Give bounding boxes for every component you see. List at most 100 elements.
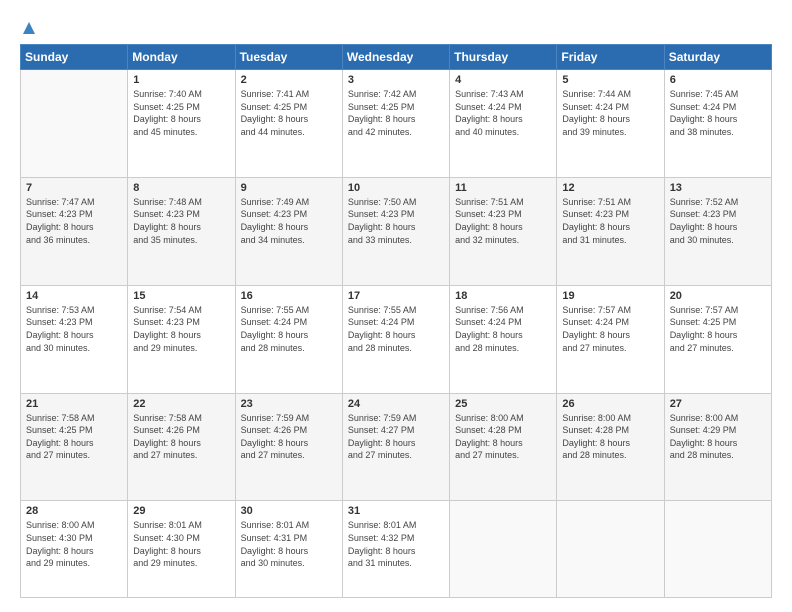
day-info: Sunrise: 7:49 AM Sunset: 4:23 PM Dayligh… xyxy=(241,196,337,246)
calendar-cell: 15 Sunrise: 7:54 AM Sunset: 4:23 PM Dayli… xyxy=(128,285,235,393)
calendar-cell: 16 Sunrise: 7:55 AM Sunset: 4:24 PM Dayli… xyxy=(235,285,342,393)
day-info: Sunrise: 8:00 AM Sunset: 4:29 PM Dayligh… xyxy=(670,412,766,462)
calendar-cell: 30 Sunrise: 8:01 AM Sunset: 4:31 PM Dayli… xyxy=(235,501,342,598)
calendar-cell: 2Sunrise: 7:41 AM Sunset: 4:25 PM Daylig… xyxy=(235,70,342,178)
calendar-cell: 10 Sunrise: 7:50 AM Sunset: 4:23 PM Dayli… xyxy=(342,177,449,285)
day-number: 16 xyxy=(241,290,337,302)
page: SundayMondayTuesdayWednesdayThursdayFrid… xyxy=(0,0,792,612)
day-number: 22 xyxy=(133,398,229,410)
calendar-cell: 4Sunrise: 7:43 AM Sunset: 4:24 PM Daylig… xyxy=(450,70,557,178)
day-number: 8 xyxy=(133,182,229,194)
calendar-cell: 9 Sunrise: 7:49 AM Sunset: 4:23 PM Daylig… xyxy=(235,177,342,285)
calendar-cell: 7Sunrise: 7:47 AM Sunset: 4:23 PM Daylig… xyxy=(21,177,128,285)
day-number: 26 xyxy=(562,398,658,410)
day-info: Sunrise: 7:40 AM Sunset: 4:25 PM Dayligh… xyxy=(133,88,229,138)
day-info: Sunrise: 7:55 AM Sunset: 4:24 PM Dayligh… xyxy=(348,304,444,354)
calendar-cell xyxy=(557,501,664,598)
day-number: 30 xyxy=(241,505,337,517)
calendar-week-row: 28Sunrise: 8:00 AM Sunset: 4:30 PM Dayli… xyxy=(21,501,772,598)
calendar-cell: 22 Sunrise: 7:58 AM Sunset: 4:26 PM Dayli… xyxy=(128,393,235,501)
day-number: 12 xyxy=(562,182,658,194)
calendar-cell: 24Sunrise: 7:59 AM Sunset: 4:27 PM Dayli… xyxy=(342,393,449,501)
calendar-week-row: 7Sunrise: 7:47 AM Sunset: 4:23 PM Daylig… xyxy=(21,177,772,285)
day-info: Sunrise: 7:47 AM Sunset: 4:23 PM Dayligh… xyxy=(26,196,122,246)
day-number: 31 xyxy=(348,505,444,517)
calendar-cell: 12 Sunrise: 7:51 AM Sunset: 4:23 PM Dayli… xyxy=(557,177,664,285)
day-info: Sunrise: 7:51 AM Sunset: 4:23 PM Dayligh… xyxy=(562,196,658,246)
calendar-cell: 20Sunrise: 7:57 AM Sunset: 4:25 PM Dayli… xyxy=(664,285,771,393)
day-number: 20 xyxy=(670,290,766,302)
calendar-week-row: 21 Sunrise: 7:58 AM Sunset: 4:25 PM Dayli… xyxy=(21,393,772,501)
day-number: 21 xyxy=(26,398,122,410)
weekday-header-row: SundayMondayTuesdayWednesdayThursdayFrid… xyxy=(21,45,772,70)
calendar-cell: 13 Sunrise: 7:52 AM Sunset: 4:23 PM Dayli… xyxy=(664,177,771,285)
day-number: 14 xyxy=(26,290,122,302)
day-number: 17 xyxy=(348,290,444,302)
calendar-cell xyxy=(21,70,128,178)
weekday-header: Tuesday xyxy=(235,45,342,70)
day-info: Sunrise: 8:01 AM Sunset: 4:31 PM Dayligh… xyxy=(241,519,337,569)
day-info: Sunrise: 7:56 AM Sunset: 4:24 PM Dayligh… xyxy=(455,304,551,354)
day-info: Sunrise: 7:44 AM Sunset: 4:24 PM Dayligh… xyxy=(562,88,658,138)
day-info: Sunrise: 7:59 AM Sunset: 4:27 PM Dayligh… xyxy=(348,412,444,462)
day-info: Sunrise: 7:58 AM Sunset: 4:25 PM Dayligh… xyxy=(26,412,122,462)
calendar-cell: 26 Sunrise: 8:00 AM Sunset: 4:28 PM Dayli… xyxy=(557,393,664,501)
day-number: 5 xyxy=(562,74,658,86)
calendar-cell: 5 Sunrise: 7:44 AM Sunset: 4:24 PM Daylig… xyxy=(557,70,664,178)
calendar-week-row: 1 Sunrise: 7:40 AM Sunset: 4:25 PM Daylig… xyxy=(21,70,772,178)
weekday-header: Saturday xyxy=(664,45,771,70)
day-info: Sunrise: 7:43 AM Sunset: 4:24 PM Dayligh… xyxy=(455,88,551,138)
day-info: Sunrise: 7:58 AM Sunset: 4:26 PM Dayligh… xyxy=(133,412,229,462)
calendar-cell: 21 Sunrise: 7:58 AM Sunset: 4:25 PM Dayli… xyxy=(21,393,128,501)
day-info: Sunrise: 8:00 AM Sunset: 4:28 PM Dayligh… xyxy=(455,412,551,462)
calendar-cell: 29Sunrise: 8:01 AM Sunset: 4:30 PM Dayli… xyxy=(128,501,235,598)
day-info: Sunrise: 7:51 AM Sunset: 4:23 PM Dayligh… xyxy=(455,196,551,246)
calendar-cell: 19Sunrise: 7:57 AM Sunset: 4:24 PM Dayli… xyxy=(557,285,664,393)
calendar-cell: 28Sunrise: 8:00 AM Sunset: 4:30 PM Dayli… xyxy=(21,501,128,598)
weekday-header: Monday xyxy=(128,45,235,70)
weekday-header: Thursday xyxy=(450,45,557,70)
day-info: Sunrise: 7:54 AM Sunset: 4:23 PM Dayligh… xyxy=(133,304,229,354)
day-info: Sunrise: 7:45 AM Sunset: 4:24 PM Dayligh… xyxy=(670,88,766,138)
day-info: Sunrise: 7:42 AM Sunset: 4:25 PM Dayligh… xyxy=(348,88,444,138)
day-number: 29 xyxy=(133,505,229,517)
day-info: Sunrise: 7:52 AM Sunset: 4:23 PM Dayligh… xyxy=(670,196,766,246)
weekday-header: Friday xyxy=(557,45,664,70)
calendar-cell: 31 Sunrise: 8:01 AM Sunset: 4:32 PM Dayli… xyxy=(342,501,449,598)
calendar-table: SundayMondayTuesdayWednesdayThursdayFrid… xyxy=(20,44,772,598)
day-number: 18 xyxy=(455,290,551,302)
day-number: 15 xyxy=(133,290,229,302)
day-info: Sunrise: 8:00 AM Sunset: 4:30 PM Dayligh… xyxy=(26,519,122,569)
day-number: 27 xyxy=(670,398,766,410)
calendar-cell: 23 Sunrise: 7:59 AM Sunset: 4:26 PM Dayli… xyxy=(235,393,342,501)
calendar-cell: 6Sunrise: 7:45 AM Sunset: 4:24 PM Daylig… xyxy=(664,70,771,178)
day-info: Sunrise: 8:01 AM Sunset: 4:32 PM Dayligh… xyxy=(348,519,444,569)
day-number: 1 xyxy=(133,74,229,86)
calendar-cell: 18 Sunrise: 7:56 AM Sunset: 4:24 PM Dayli… xyxy=(450,285,557,393)
day-info: Sunrise: 7:48 AM Sunset: 4:23 PM Dayligh… xyxy=(133,196,229,246)
calendar-cell: 8 Sunrise: 7:48 AM Sunset: 4:23 PM Daylig… xyxy=(128,177,235,285)
day-info: Sunrise: 7:50 AM Sunset: 4:23 PM Dayligh… xyxy=(348,196,444,246)
day-info: Sunrise: 7:59 AM Sunset: 4:26 PM Dayligh… xyxy=(241,412,337,462)
calendar-cell: 11 Sunrise: 7:51 AM Sunset: 4:23 PM Dayli… xyxy=(450,177,557,285)
day-number: 9 xyxy=(241,182,337,194)
day-info: Sunrise: 7:55 AM Sunset: 4:24 PM Dayligh… xyxy=(241,304,337,354)
day-number: 11 xyxy=(455,182,551,194)
day-info: Sunrise: 8:00 AM Sunset: 4:28 PM Dayligh… xyxy=(562,412,658,462)
calendar-cell xyxy=(664,501,771,598)
logo xyxy=(20,18,37,34)
day-number: 19 xyxy=(562,290,658,302)
day-number: 10 xyxy=(348,182,444,194)
calendar-cell: 25Sunrise: 8:00 AM Sunset: 4:28 PM Dayli… xyxy=(450,393,557,501)
calendar-cell xyxy=(450,501,557,598)
calendar-cell: 14Sunrise: 7:53 AM Sunset: 4:23 PM Dayli… xyxy=(21,285,128,393)
calendar-week-row: 14Sunrise: 7:53 AM Sunset: 4:23 PM Dayli… xyxy=(21,285,772,393)
day-number: 2 xyxy=(241,74,337,86)
day-number: 3 xyxy=(348,74,444,86)
weekday-header: Sunday xyxy=(21,45,128,70)
logo-icon xyxy=(21,20,37,36)
day-number: 13 xyxy=(670,182,766,194)
calendar-cell: 3 Sunrise: 7:42 AM Sunset: 4:25 PM Daylig… xyxy=(342,70,449,178)
day-number: 23 xyxy=(241,398,337,410)
calendar-cell: 1 Sunrise: 7:40 AM Sunset: 4:25 PM Daylig… xyxy=(128,70,235,178)
